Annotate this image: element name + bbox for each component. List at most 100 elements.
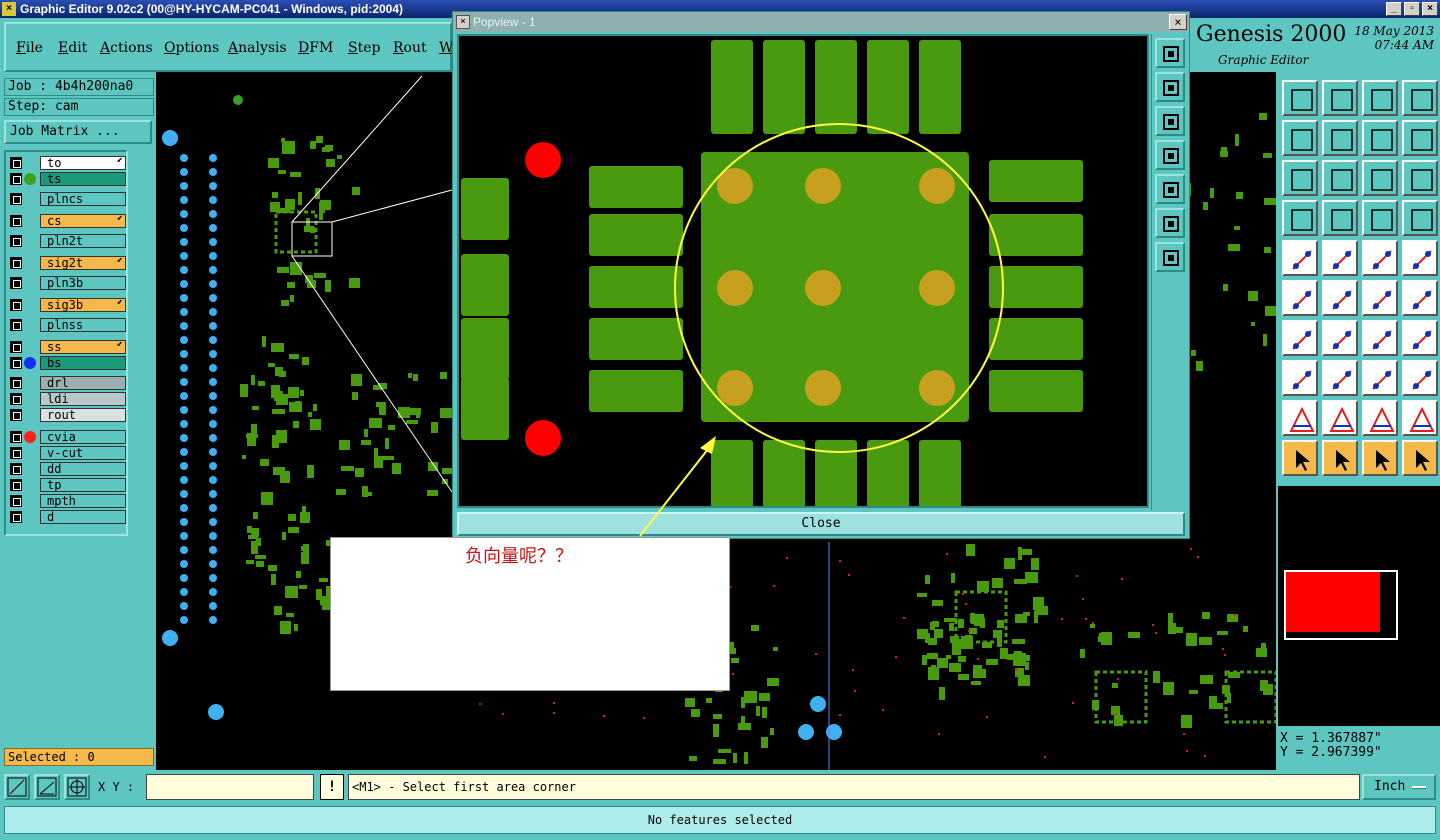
tool-dot[interactable] [1402,240,1438,276]
tool-cut[interactable] [1322,360,1358,396]
layer-name[interactable]: ldi [40,392,126,406]
tool-scale-1-2[interactable] [1362,160,1398,196]
tool-snap-red[interactable] [1402,200,1438,236]
layer-name[interactable]: sig2t [40,256,126,270]
layer-name[interactable]: sig3b [40,298,126,312]
tool-cross[interactable] [1322,280,1358,316]
tool-measure[interactable] [1282,240,1318,276]
tool-pan-right[interactable] [1322,120,1358,156]
layer-name[interactable]: bs [40,356,126,370]
layer-checkbox[interactable] [10,463,22,475]
tool-triangle-c[interactable] [1402,400,1438,436]
tool-help[interactable] [1402,160,1438,196]
popview-tool-4[interactable] [1155,174,1185,204]
layer-row-cvia[interactable]: cvia [10,430,126,444]
layer-checkbox[interactable] [10,495,22,507]
zoom-fit-button[interactable] [4,774,30,800]
layer-checkbox[interactable] [10,173,22,185]
layer-checkbox[interactable] [10,357,22,369]
layer-row-pln2t[interactable]: pln2t [10,234,126,248]
tool-copy[interactable] [1282,360,1318,396]
unit-selector[interactable]: Inch [1362,774,1436,800]
tool-zoom-home[interactable] [1282,80,1318,116]
layer-checkbox[interactable] [10,157,22,169]
tool-line[interactable] [1322,320,1358,356]
layer-name[interactable]: tp [40,478,126,492]
menu-rout[interactable]: Rout [393,40,427,56]
tool-tools[interactable] [1282,200,1318,236]
layer-name[interactable]: ts [40,172,126,186]
menu-dfm[interactable]: DFM [298,40,333,56]
tool-resize[interactable] [1362,360,1398,396]
close-window-button[interactable]: × [1422,2,1438,16]
layer-row-pln3b[interactable]: pln3b [10,276,126,290]
layer-row-mpth[interactable]: mpth [10,494,126,508]
layer-name[interactable]: cs [40,214,126,228]
layer-name[interactable]: d [40,510,126,524]
layer-row-plncs[interactable]: plncs [10,192,126,206]
layer-checkbox[interactable] [10,377,22,389]
layer-name[interactable]: pln2t [40,234,126,248]
tool-add-arrow[interactable] [1362,280,1398,316]
layer-checkbox[interactable] [10,193,22,205]
popview-tool-6[interactable] [1155,242,1185,272]
tool-select-group[interactable] [1402,360,1438,396]
layer-checkbox[interactable] [10,257,22,269]
menu-analysis[interactable]: Analysis [228,40,287,56]
popview-tool-5[interactable] [1155,208,1185,238]
popview-tool-2[interactable] [1155,106,1185,136]
tool-pointer[interactable] [1282,440,1318,476]
layer-row-sig2t[interactable]: sig2t ⬋ [10,255,126,270]
layer-name[interactable]: to [40,156,126,170]
tool-angle[interactable] [1282,320,1318,356]
tool-ruler[interactable] [1362,240,1398,276]
tool-rotate[interactable] [1362,320,1398,356]
tool-triangle[interactable] [1282,400,1318,436]
tool-connect[interactable] [1282,280,1318,316]
popview-tool-1[interactable] [1155,72,1185,102]
alert-button[interactable]: ! [320,774,344,800]
layer-checkbox[interactable] [10,479,22,491]
menu-actions[interactable]: Actions [100,40,153,56]
layer-row-ss[interactable]: ss ⬋ [10,339,126,354]
layer-row-bs[interactable]: bs [10,356,126,370]
tool-pointer-box[interactable] [1322,440,1358,476]
layer-checkbox[interactable] [10,431,22,443]
layer-row-v-cut[interactable]: v-cut [10,446,126,460]
layer-name[interactable]: plncs [40,192,126,206]
layer-row-d[interactable]: d [10,510,126,524]
layer-row-plnss[interactable]: plnss [10,318,126,332]
popview-close-x[interactable]: × [1169,14,1187,30]
menu-step[interactable]: Step [348,40,380,56]
layer-name[interactable]: cvia [40,430,126,444]
tool-triangle-a[interactable] [1322,400,1358,436]
layer-row-dd[interactable]: dd [10,462,126,476]
maximize-button[interactable]: ▫ [1404,2,1420,16]
layer-name[interactable]: v-cut [40,446,126,460]
layer-checkbox[interactable] [10,447,22,459]
layer-row-tp[interactable]: tp [10,478,126,492]
popview-tool-3[interactable] [1155,140,1185,170]
layer-name[interactable]: plnss [40,318,126,332]
layer-row-ldi[interactable]: ldi [10,392,126,406]
tool-fit[interactable] [1282,160,1318,196]
layer-row-ts[interactable]: ts [10,172,126,186]
job-matrix-button[interactable]: Job Matrix ... [4,120,152,144]
tool-snap[interactable] [1362,200,1398,236]
minimap[interactable] [1278,486,1440,726]
layer-name[interactable]: rout [40,408,126,422]
tool-highlight[interactable] [1322,240,1358,276]
layer-name[interactable]: drl [40,376,126,390]
tool-triangle-b[interactable] [1362,400,1398,436]
tool-sun[interactable] [1402,120,1438,156]
popview-tool-0[interactable] [1155,38,1185,68]
tool-pan-left[interactable] [1282,120,1318,156]
layer-row-drl[interactable]: drl [10,376,126,390]
measure-button[interactable] [34,774,60,800]
layer-checkbox[interactable] [10,511,22,523]
grid-snap-button[interactable] [64,774,90,800]
layer-checkbox[interactable] [10,299,22,311]
layer-checkbox[interactable] [10,393,22,405]
tool-move-arrow[interactable] [1402,280,1438,316]
layer-checkbox[interactable] [10,215,22,227]
